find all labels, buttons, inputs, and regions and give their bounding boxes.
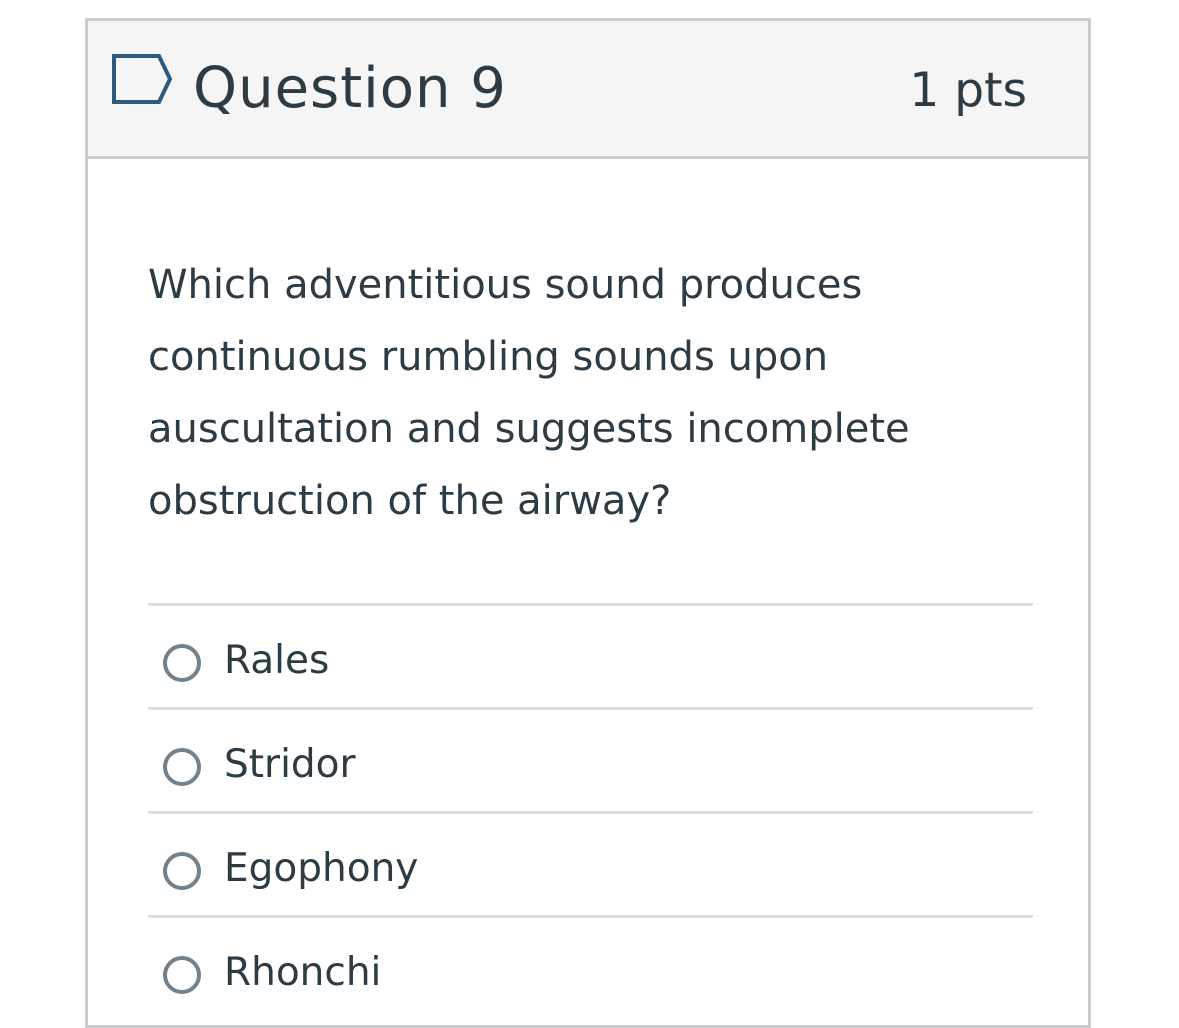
question-card: Question 9 1 pts Which adventitious soun… [85,18,1091,1028]
answer-label[interactable]: Rales [224,633,329,689]
answer-option[interactable]: Stridor [148,707,1033,811]
radio-button[interactable] [163,748,201,786]
radio-button[interactable] [163,956,201,994]
question-points: 1 pts [909,63,1027,118]
question-header: Question 9 1 pts [88,21,1088,159]
question-text: Which adventitious sound produces contin… [148,262,910,524]
radio-button[interactable] [163,644,201,682]
answer-label[interactable]: Egophony [224,841,418,897]
answer-option[interactable]: Egophony [148,811,1033,915]
flag-question-icon[interactable] [111,53,173,105]
answer-list: Rales Stridor Egophony Rhonchi [148,603,1033,1019]
answer-option[interactable]: Rhonchi [148,915,1033,1019]
answer-option[interactable]: Rales [148,603,1033,707]
answer-label[interactable]: Stridor [224,737,356,793]
answer-label[interactable]: Rhonchi [224,945,381,1001]
radio-button[interactable] [163,852,201,890]
question-title: Question 9 [193,56,507,121]
